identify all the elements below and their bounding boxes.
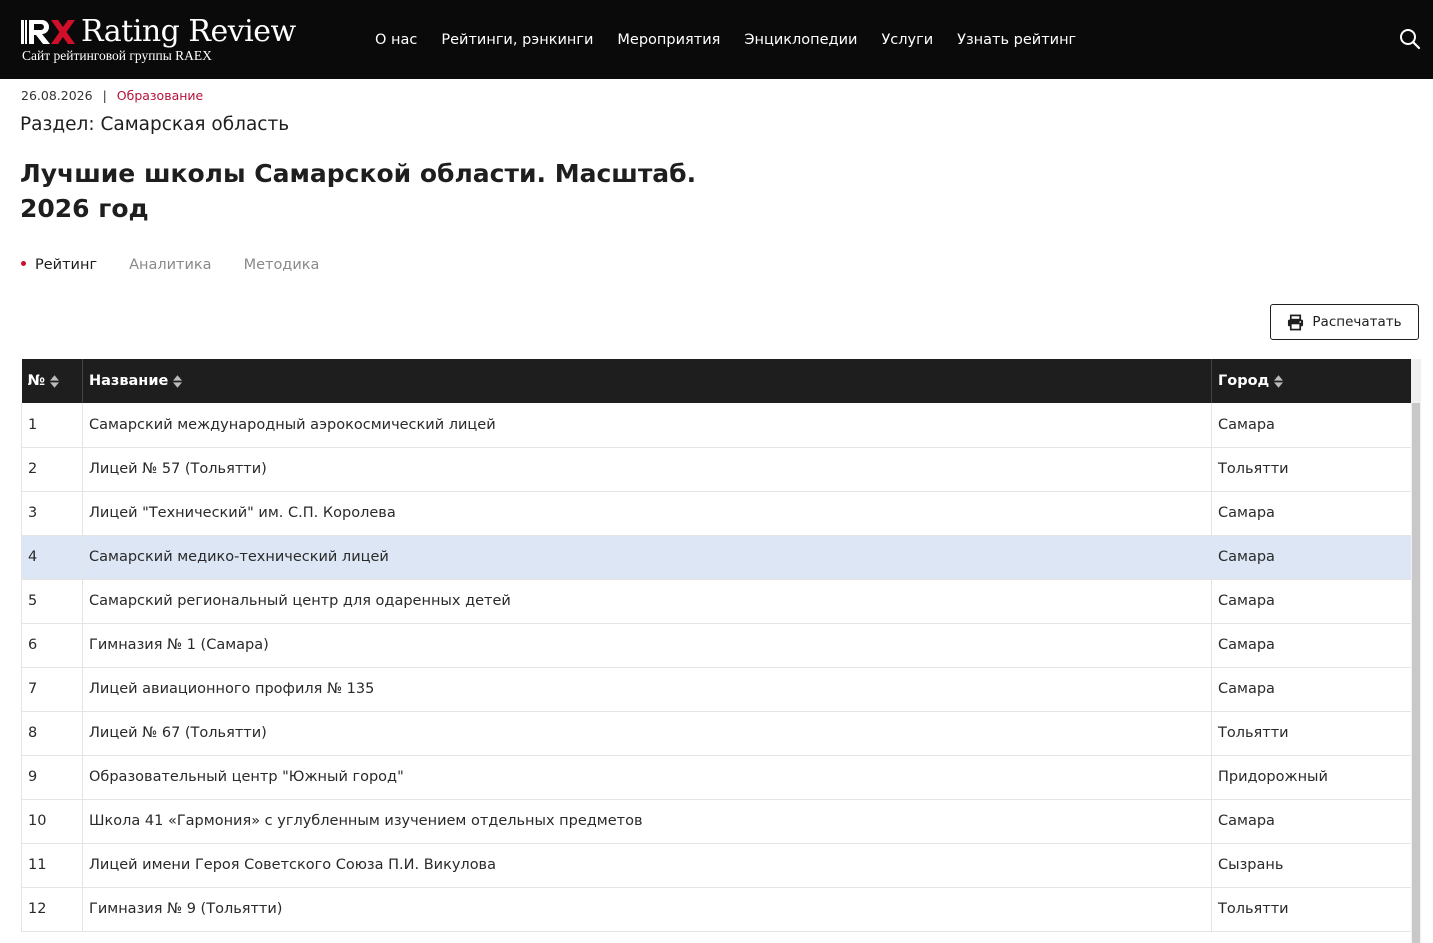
sort-icon xyxy=(49,374,59,388)
table-row[interactable]: 2 Лицей № 57 (Тольятти) Тольятти xyxy=(21,447,1412,492)
publish-date: 26.08.2026 xyxy=(21,88,93,103)
sort-icon xyxy=(1274,374,1284,388)
rank-cell: 7 xyxy=(21,667,83,712)
city-cell: Тольятти xyxy=(1211,887,1412,932)
nav-item-get-rating[interactable]: Узнать рейтинг xyxy=(957,29,1076,51)
table-header-row: № Название Город xyxy=(21,359,1412,403)
city-cell: Самара xyxy=(1211,799,1412,844)
rank-cell: 1 xyxy=(21,403,83,448)
school-name-cell: Самарский региональный центр для одаренн… xyxy=(82,579,1212,624)
table-row[interactable]: 10 Школа 41 «Гармония» с углубленным изуч… xyxy=(21,799,1412,844)
school-name-cell: Гимназия № 9 (Тольятти) xyxy=(82,887,1212,932)
sort-icon xyxy=(173,374,183,388)
site-logo[interactable]: Rating Review Сайт рейтинговой группы RA… xyxy=(21,14,311,66)
page-title: Лучшие школы Самарской области. Масштаб.… xyxy=(20,159,697,223)
city-cell: Самара xyxy=(1211,667,1412,712)
nav-item-ratings[interactable]: Рейтинги, рэнкинги xyxy=(441,29,593,51)
column-header-number[interactable]: № xyxy=(21,359,83,403)
rx-logo-mark xyxy=(21,20,75,44)
rank-cell: 9 xyxy=(21,755,83,800)
nav-item-events[interactable]: Мероприятия xyxy=(617,29,720,51)
nav-item-services[interactable]: Услуги xyxy=(881,29,933,51)
column-header-city-label: Город xyxy=(1218,373,1270,389)
content-tabs: Рейтинг Аналитика Методика xyxy=(21,255,351,275)
table-row[interactable]: 6 Гимназия № 1 (Самара) Самара xyxy=(21,623,1412,668)
city-cell: Самара xyxy=(1211,579,1412,624)
rank-cell: 4 xyxy=(21,535,83,580)
rank-cell: 3 xyxy=(21,491,83,536)
rating-table-container: № Название Город 1 Самарский международны… xyxy=(21,359,1412,932)
city-cell: Придорожный xyxy=(1211,755,1412,800)
table-row[interactable]: 8 Лицей № 67 (Тольятти) Тольятти xyxy=(21,711,1412,756)
table-row[interactable]: 7 Лицей авиационного профиля № 135 Самара xyxy=(21,667,1412,712)
print-button[interactable]: Распечатать xyxy=(1270,304,1419,340)
school-name-cell: Лицей авиационного профиля № 135 xyxy=(82,667,1212,712)
school-name-cell: Самарский медико-технический лицей xyxy=(82,535,1212,580)
rank-cell: 5 xyxy=(21,579,83,624)
table-row[interactable]: 12 Гимназия № 9 (Тольятти) Тольятти xyxy=(21,887,1412,932)
rank-cell: 11 xyxy=(21,843,83,888)
school-name-cell: Лицей № 57 (Тольятти) xyxy=(82,447,1212,492)
rating-table: № Название Город 1 Самарский международны… xyxy=(21,359,1412,932)
rank-cell: 12 xyxy=(21,887,83,932)
rank-cell: 8 xyxy=(21,711,83,756)
article-meta: 26.08.2026 | Образование xyxy=(21,87,203,105)
printer-icon xyxy=(1288,314,1304,330)
tab-analytics[interactable]: Аналитика xyxy=(129,255,212,275)
logo-subtitle: Сайт рейтинговой группы RAEX xyxy=(22,48,212,63)
main-nav: О нас Рейтинги, рэнкинги Мероприятия Энц… xyxy=(375,29,1100,51)
table-row[interactable]: 11 Лицей имени Героя Советского Союза П.И… xyxy=(21,843,1412,888)
city-cell: Самара xyxy=(1211,403,1412,448)
logo-title: Rating Review xyxy=(81,14,296,49)
column-header-name-label: Название xyxy=(89,373,169,389)
search-icon[interactable] xyxy=(1399,28,1421,50)
table-row-highlighted[interactable]: 4 Самарский медико-технический лицей Самар… xyxy=(21,535,1412,580)
table-row[interactable]: 3 Лицей "Технический" им. С.П. Королева Са… xyxy=(21,491,1412,536)
city-cell: Сызрань xyxy=(1211,843,1412,888)
nav-item-encyclopedias[interactable]: Энциклопедии xyxy=(744,29,857,51)
school-name-cell: Лицей имени Героя Советского Союза П.И. … xyxy=(82,843,1212,888)
school-name-cell: Гимназия № 1 (Самара) xyxy=(82,623,1212,668)
table-row[interactable]: 1 Самарский международный аэрокосмический… xyxy=(21,403,1412,448)
city-cell: Самара xyxy=(1211,535,1412,580)
school-name-cell: Образовательный центр "Южный город" xyxy=(82,755,1212,800)
tab-rating[interactable]: Рейтинг xyxy=(21,255,97,275)
active-tab-dot xyxy=(21,261,26,266)
meta-separator: | xyxy=(102,88,107,103)
school-name-cell: Самарский международный аэрокосмический … xyxy=(82,403,1212,448)
top-navigation-bar: Rating Review Сайт рейтинговой группы RA… xyxy=(0,0,1433,79)
table-row[interactable]: 9 Образовательный центр "Южный город" Прид… xyxy=(21,755,1412,800)
tab-rating-label: Рейтинг xyxy=(35,257,98,273)
tab-methodology[interactable]: Методика xyxy=(244,255,320,275)
city-cell: Тольятти xyxy=(1211,447,1412,492)
column-header-city[interactable]: Город xyxy=(1211,359,1412,403)
school-name-cell: Школа 41 «Гармония» с углубленным изучен… xyxy=(82,799,1212,844)
city-cell: Самара xyxy=(1211,491,1412,536)
section-label: Раздел: Самарская область xyxy=(20,114,290,135)
print-button-label: Распечатать xyxy=(1312,314,1402,330)
column-header-number-label: № xyxy=(27,373,45,389)
school-name-cell: Лицей "Технический" им. С.П. Королева xyxy=(82,491,1212,536)
rank-cell: 2 xyxy=(21,447,83,492)
city-cell: Тольятти xyxy=(1211,711,1412,756)
category-link[interactable]: Образование xyxy=(117,88,203,103)
column-header-name[interactable]: Название xyxy=(82,359,1212,403)
city-cell: Самара xyxy=(1211,623,1412,668)
table-row[interactable]: 5 Самарский региональный центр для одарен… xyxy=(21,579,1412,624)
rank-cell: 10 xyxy=(21,799,83,844)
rank-cell: 6 xyxy=(21,623,83,668)
scrollbar-thumb[interactable] xyxy=(1412,403,1420,943)
table-scrollbar[interactable] xyxy=(1411,359,1421,943)
school-name-cell: Лицей № 67 (Тольятти) xyxy=(82,711,1212,756)
nav-item-about[interactable]: О нас xyxy=(375,29,417,51)
